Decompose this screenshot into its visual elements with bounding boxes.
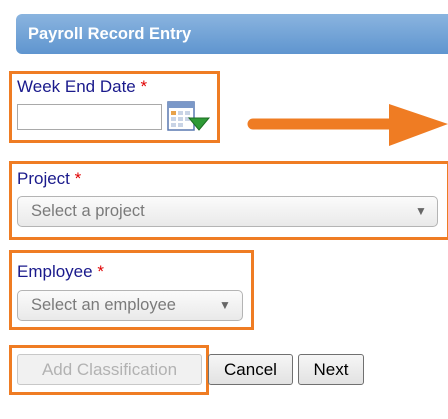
week-end-date-label-text: Week End Date [17, 77, 136, 96]
header-bar: Payroll Record Entry [16, 14, 448, 54]
required-marker: * [140, 77, 148, 96]
calendar-icon[interactable] [167, 101, 211, 135]
week-end-date-input[interactable] [17, 104, 162, 130]
next-button[interactable]: Next [298, 354, 364, 385]
chevron-down-icon: ▼ [415, 204, 427, 218]
chevron-down-icon: ▼ [219, 298, 231, 312]
required-marker: * [74, 169, 82, 188]
right-arrow-icon [247, 104, 448, 146]
employee-label-text: Employee [17, 262, 93, 281]
page-title: Payroll Record Entry [28, 25, 192, 43]
project-select-value: Select a project [31, 202, 145, 220]
project-select[interactable]: Select a project ▼ [17, 196, 438, 227]
required-marker: * [97, 262, 104, 281]
employee-select[interactable]: Select an employee ▼ [17, 290, 243, 321]
project-label-text: Project [17, 169, 70, 188]
employee-select-value: Select an employee [31, 296, 176, 314]
employee-label: Employee * [17, 262, 104, 282]
week-end-date-label: Week End Date * [17, 77, 147, 97]
cancel-button[interactable]: Cancel [208, 354, 293, 385]
add-classification-button[interactable]: Add Classification [17, 354, 202, 385]
project-label: Project * [17, 169, 81, 189]
